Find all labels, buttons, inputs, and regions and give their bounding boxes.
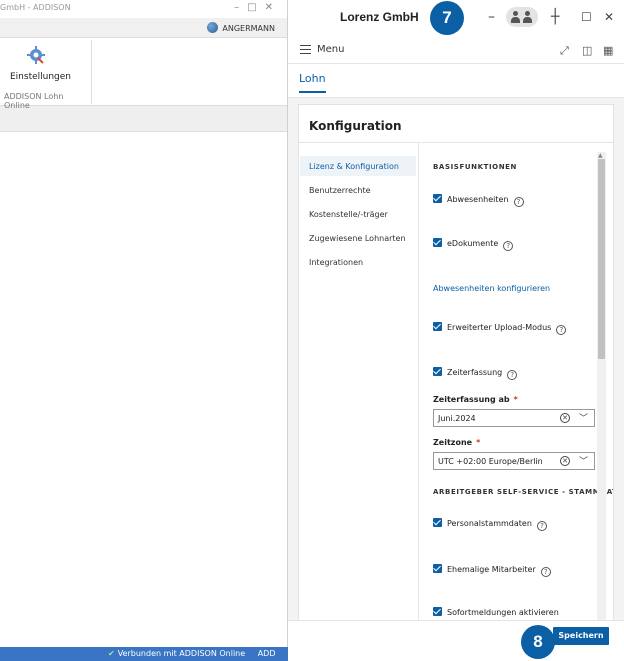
module-tabs: Lohn	[288, 64, 624, 98]
addison-background-window: GmbH - ADDISON –□✕ ANGERMANN Einstellung…	[0, 0, 288, 661]
ribbon-group-label: ADDISON Lohn Online	[4, 92, 64, 110]
content-scrollbar[interactable]: ▲	[597, 152, 606, 622]
help-icon[interactable]: ?	[513, 197, 524, 207]
nav-item-integrationen[interactable]: Integrationen	[300, 252, 416, 272]
addison-status-bar: ✔ Verbunden mit ADDISON Online ADD	[0, 647, 288, 661]
chevron-down-icon[interactable]: ﹀	[579, 411, 588, 424]
checkbox-ehemalige[interactable]: Ehemalige Mitarbeiter?	[433, 564, 551, 577]
label-ehemalige: Ehemalige Mitarbeiter	[447, 565, 536, 574]
label-edokumente: eDokumente	[447, 239, 499, 248]
step-badge-8: 8	[521, 625, 555, 659]
connected-check-icon: ✔	[108, 649, 115, 658]
help-icon[interactable]: ?	[507, 370, 518, 380]
addison-window-controls[interactable]: –□✕	[234, 2, 281, 13]
scroll-thumb[interactable]	[598, 159, 605, 359]
menu-bar: Menu ⤢ ◫ ▦	[288, 36, 624, 64]
label-zeiterfassung: Zeiterfassung	[447, 368, 503, 377]
addison-user[interactable]: ANGERMANN	[207, 22, 275, 33]
zeitzone-text: Zeitzone	[433, 438, 473, 447]
checkbox-abwesenheiten[interactable]: Abwesenheiten?	[433, 194, 524, 207]
zeitzone-value: UTC +02:00 Europe/Berlin	[438, 457, 543, 466]
section-basisfunktionen: BASISFUNKTIONEN	[433, 163, 518, 171]
addison-user-name: ANGERMANN	[222, 24, 275, 33]
konfiguration-card: Konfiguration Lizenz & Konfiguration Ben…	[298, 104, 614, 655]
lohn-app-window: Lorenz GmbH 7 – ┼ ☐ ✕ Menu ⤢ ◫ ▦ Lohn Ko…	[288, 0, 624, 661]
page-title: Konfiguration	[309, 119, 402, 133]
split-view-icon[interactable]: ◫	[582, 44, 592, 57]
label-sofortmeldungen: Sofortmeldungen aktivieren	[447, 608, 559, 617]
config-main: BASISFUNKTIONEN Abwesenheiten? eDokument…	[420, 143, 613, 655]
nav-item-lohnarten[interactable]: Zugewiesene Lohnarten	[300, 228, 416, 248]
checkbox-upload-modus[interactable]: Erweiterter Upload-Modus?	[433, 322, 567, 335]
hamburger-menu-icon[interactable]	[300, 45, 311, 54]
grid-view-icon[interactable]: ▦	[603, 44, 613, 57]
nav-item-kostenstelle[interactable]: Kostenstelle/-träger	[300, 204, 416, 224]
addison-window-title: GmbH - ADDISON	[0, 3, 71, 12]
expand-icon[interactable]: ⤢	[560, 44, 569, 58]
users-avatar-icon[interactable]	[506, 7, 538, 27]
close-icon[interactable]: ✕	[604, 8, 614, 26]
user-globe-icon	[207, 22, 219, 33]
required-mark: *	[476, 438, 481, 447]
abwesenheiten-konfigurieren-link[interactable]: Abwesenheiten konfigurieren	[433, 284, 550, 293]
einstellungen-button[interactable]: Einstellungen	[10, 72, 71, 82]
status-extra: ADD	[257, 649, 276, 658]
maximize-icon[interactable]: ☐	[581, 8, 592, 26]
addison-ribbon: Einstellungen ADDISON Lohn Online	[0, 38, 287, 110]
scroll-up-icon[interactable]: ▲	[598, 152, 603, 159]
menu-button[interactable]: Menu	[317, 44, 344, 55]
nav-item-benutzerrechte[interactable]: Benutzerrechte	[300, 180, 416, 200]
zeitzone-select[interactable]: UTC +02:00 Europe/Berlin ✕ ﹀	[433, 452, 595, 470]
checkbox-checked-icon[interactable]	[433, 238, 442, 247]
help-icon[interactable]: ?	[536, 521, 547, 531]
minimize-dash-icon[interactable]: –	[488, 8, 495, 26]
help-icon[interactable]: ?	[503, 241, 514, 251]
checkbox-checked-icon[interactable]	[433, 607, 442, 616]
checkbox-checked-icon[interactable]	[433, 367, 442, 376]
checkbox-checked-icon[interactable]	[433, 518, 442, 527]
checkbox-checked-icon[interactable]	[433, 322, 442, 331]
checkbox-zeiterfassung[interactable]: Zeiterfassung?	[433, 367, 518, 380]
checkbox-edokumente[interactable]: eDokumente?	[433, 238, 514, 251]
ribbon-group-lohn-online: Einstellungen ADDISON Lohn Online	[0, 40, 92, 110]
zeiterfassung-ab-label: Zeiterfassung ab *	[433, 395, 518, 404]
save-button[interactable]: Speichern	[553, 627, 609, 645]
required-mark: *	[513, 395, 518, 404]
checkbox-checked-icon[interactable]	[433, 194, 442, 203]
card-header: Konfiguration	[299, 105, 613, 143]
label-personalstammdaten: Personalstammdaten	[447, 519, 532, 528]
zeitzone-label: Zeitzone *	[433, 438, 480, 447]
clear-icon[interactable]: ✕	[560, 456, 570, 466]
zeiterfassung-ab-select[interactable]: Juni.2024 ✕ ﹀	[433, 409, 595, 427]
zeiterfassung-ab-text: Zeiterfassung ab	[433, 395, 510, 404]
addison-user-bar: ANGERMANN	[0, 18, 287, 38]
help-icon[interactable]: ?	[556, 325, 567, 335]
app-title-bar: Lorenz GmbH 7 – ┼ ☐ ✕	[288, 0, 624, 36]
checkbox-sofortmeldungen[interactable]: Sofortmeldungen aktivieren	[433, 607, 559, 619]
checkbox-personalstammdaten[interactable]: Personalstammdaten?	[433, 518, 547, 531]
label-upload-modus: Erweiterter Upload-Modus	[447, 323, 552, 332]
settings-gear-icon[interactable]	[27, 46, 45, 64]
nav-item-lizenz[interactable]: Lizenz & Konfiguration	[300, 156, 416, 176]
clear-icon[interactable]: ✕	[560, 413, 570, 423]
section-self-service: ARBEITGEBER SELF-SERVICE - STAMMDATEN	[433, 488, 613, 496]
pin-icon[interactable]: ┼	[551, 8, 559, 26]
label-abwesenheiten: Abwesenheiten	[447, 195, 509, 204]
tab-lohn[interactable]: Lohn	[299, 72, 326, 93]
content-area: Konfiguration Lizenz & Konfiguration Ben…	[288, 98, 624, 661]
help-icon[interactable]: ?	[540, 567, 551, 577]
connection-status: Verbunden mit ADDISON Online	[117, 649, 246, 658]
config-nav: Lizenz & Konfiguration Benutzerrechte Ko…	[299, 143, 419, 655]
zeiterfassung-ab-value: Juni.2024	[438, 414, 476, 423]
addison-title-bar: GmbH - ADDISON –□✕	[0, 0, 287, 18]
company-name: Lorenz GmbH	[340, 10, 419, 24]
chevron-down-icon[interactable]: ﹀	[579, 454, 588, 467]
checkbox-checked-icon[interactable]	[433, 564, 442, 573]
step-badge-7: 7	[430, 1, 464, 35]
